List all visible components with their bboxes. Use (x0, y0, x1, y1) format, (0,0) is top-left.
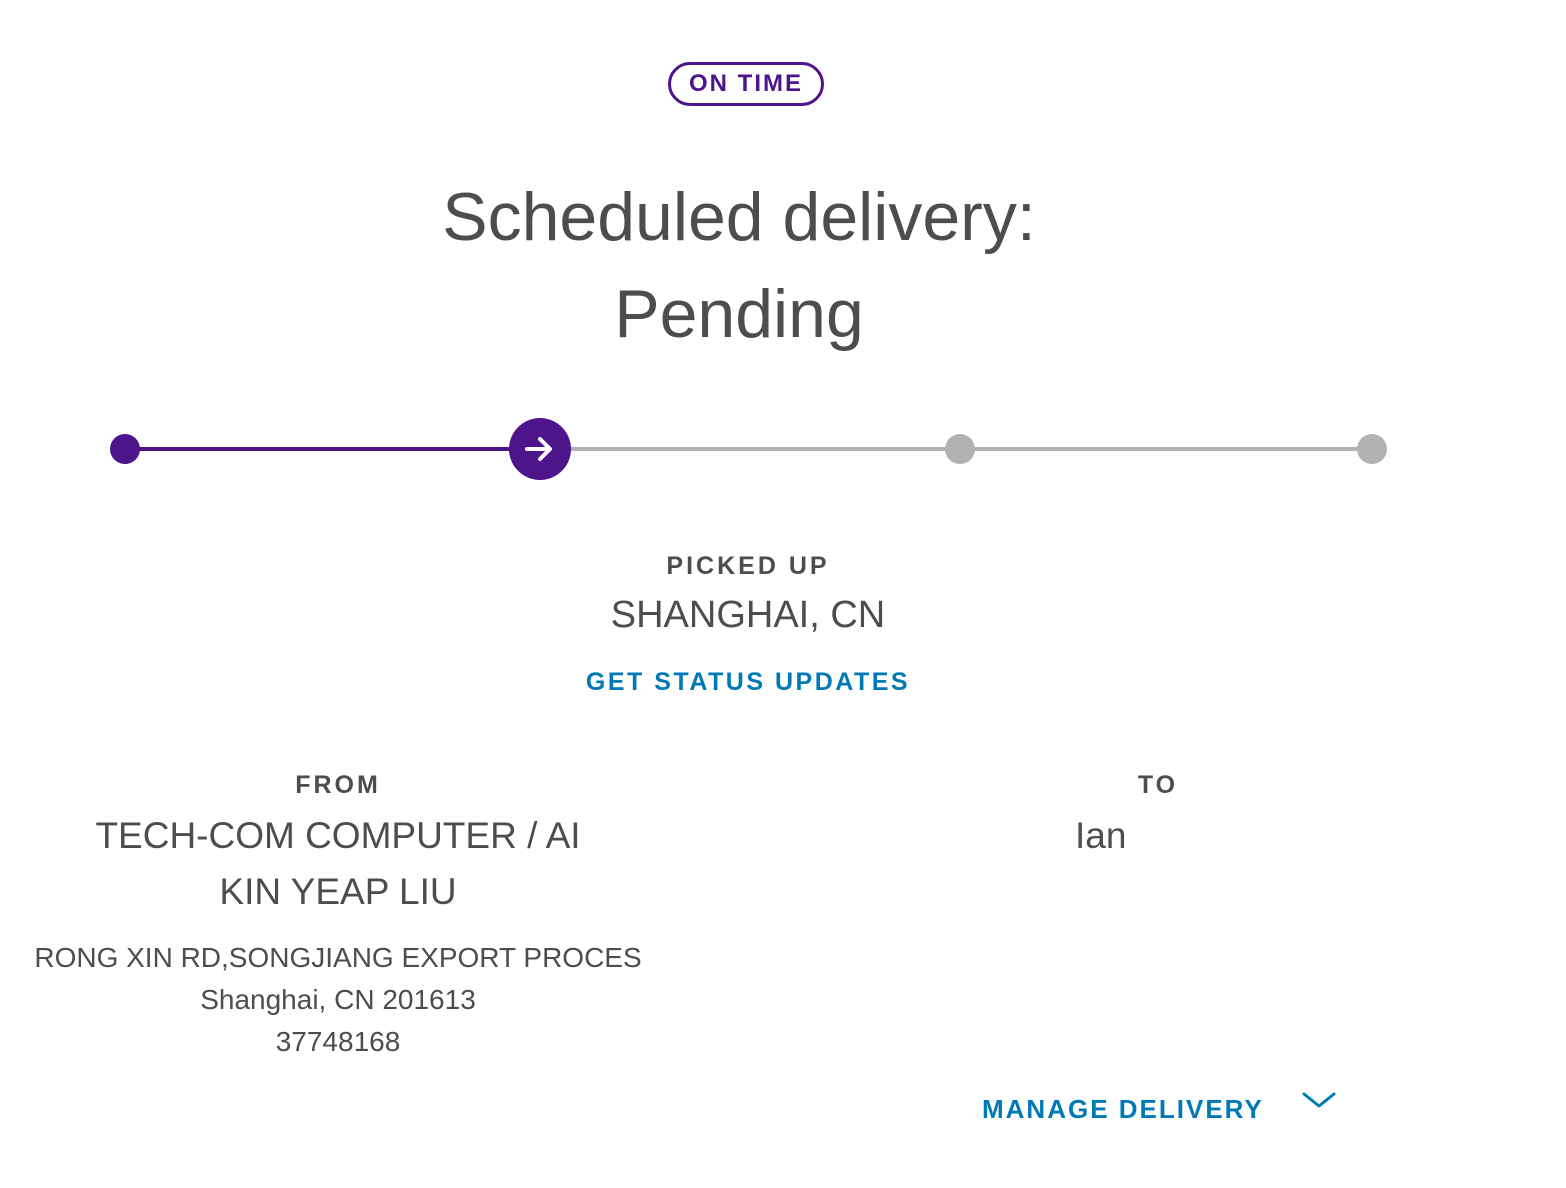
milestone-label: PICKED UP (666, 552, 830, 580)
chevron-down-icon (1302, 1092, 1336, 1108)
manage-delivery-toggle[interactable]: MANAGE DELIVERY (982, 1092, 1336, 1125)
arrow-right-icon (525, 437, 552, 461)
from-street: RONG XIN RD,SONGJIANG EXPORT PROCES (34, 942, 642, 973)
manage-delivery-label: MANAGE DELIVERY (982, 1094, 1264, 1124)
progress-step-label-created (110, 434, 140, 464)
to-heading: TO (1137, 771, 1179, 799)
progress-step-delivered (1357, 434, 1387, 464)
from-company: TECH-COM COMPUTER / AI (95, 815, 581, 856)
from-city: Shanghai, CN 201613 (200, 984, 476, 1015)
progress-step-current (509, 418, 571, 480)
shipment-progress-tracker (0, 0, 1566, 520)
from-contact: KIN YEAP LIU (219, 871, 457, 912)
milestone-location: SHANGHAI, CN (610, 594, 886, 636)
from-heading: FROM (295, 771, 381, 799)
from-address: RONG XIN RD,SONGJIANG EXPORT PROCES Shan… (0, 937, 676, 1063)
progress-track-complete (125, 447, 540, 451)
from-phone: 37748168 (275, 1026, 401, 1057)
from-name: TECH-COM COMPUTER / AI KIN YEAP LIU (0, 808, 676, 920)
progress-step-future (945, 434, 975, 464)
to-name: Ian (1075, 815, 1127, 856)
get-status-updates-link[interactable]: GET STATUS UPDATES (548, 668, 948, 697)
